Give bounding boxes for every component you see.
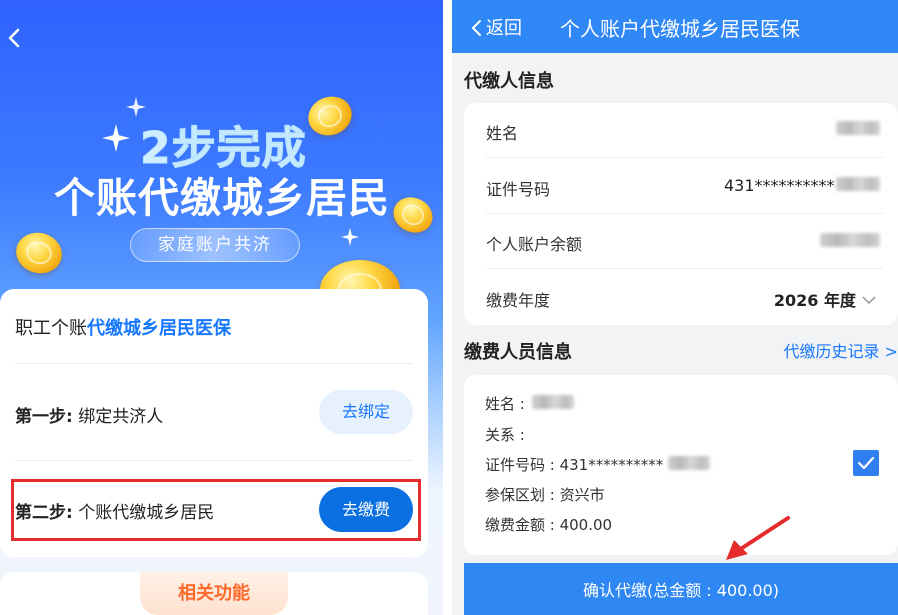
left-panel: 2步完成 个账代缴城乡居民 家庭账户共济 职工个账代缴城乡居民医保 第一步: 绑…: [0, 0, 443, 615]
payer-id-tail-masked: [836, 177, 880, 191]
step-1-label: 第一步: 绑定共济人: [15, 402, 163, 427]
nav-bar: 返回 个人账户代缴城乡居民医保: [452, 0, 898, 53]
right-panel: 返回 个人账户代缴城乡居民医保 代缴人信息 姓名 证件号码 431*******…: [452, 0, 898, 615]
divider: [486, 157, 883, 158]
steps-card-title: 职工个账代缴城乡居民医保: [15, 314, 231, 340]
year-selector[interactable]: 2026 年度: [774, 287, 876, 311]
select-checkbox[interactable]: [853, 450, 879, 476]
year-value: 2026 年度: [773, 291, 856, 310]
back-button[interactable]: 返回: [470, 14, 522, 40]
insured-region: 参保区划 : 资兴市: [485, 486, 605, 504]
step-1-text: 绑定共济人: [72, 407, 164, 427]
confirm-payment-button[interactable]: 确认代缴(总金额 : 400.00): [464, 563, 898, 615]
insured-id: 证件号码 : 431**********: [485, 456, 664, 474]
divider: [15, 363, 413, 364]
page-title: 个人账户代缴城乡居民医保: [560, 17, 800, 41]
chevron-down-icon: [862, 296, 876, 305]
insured-name-masked: [532, 395, 574, 409]
back-label: 返回: [486, 18, 522, 39]
history-records-link[interactable]: 代缴历史记录 >: [784, 338, 898, 362]
payer-info-section-title: 代缴人信息: [464, 71, 554, 92]
check-icon: [857, 456, 875, 470]
insured-amount: 缴费金额 : 400.00: [485, 516, 613, 534]
balance-label: 个人账户余额: [486, 235, 583, 254]
sparkle-icon: [341, 228, 359, 246]
step-1-prefix: 第一步:: [15, 407, 73, 427]
hero-subtitle-pill: 家庭账户共济: [130, 228, 300, 262]
payer-name-label: 姓名: [486, 124, 519, 143]
insured-relation: 关系 :: [485, 426, 525, 444]
payer-id-label: 证件号码: [486, 180, 551, 199]
back-chevron-icon[interactable]: [4, 24, 26, 52]
divider: [486, 268, 883, 269]
red-arrow-annotation-icon: [726, 516, 790, 560]
year-label: 缴费年度: [486, 291, 551, 310]
divider: [486, 213, 883, 214]
divider: [15, 460, 413, 461]
gold-coin-icon: [302, 90, 358, 142]
payer-id-value: 431**********: [724, 176, 835, 195]
bind-button[interactable]: 去绑定: [319, 390, 413, 434]
sparkle-icon: [102, 124, 130, 152]
back-chevron-icon: [472, 20, 481, 36]
steps-card-title-highlight: 代缴城乡居民医保: [87, 318, 231, 339]
gold-coin-icon: [11, 227, 67, 279]
hero-title-main: 个账代缴城乡居民: [54, 174, 390, 222]
step-2-highlight-box: [11, 479, 421, 541]
insured-id-tail-masked: [668, 456, 710, 470]
insured-info-section-title: 缴费人员信息: [464, 342, 572, 363]
balance-value-masked: [820, 233, 880, 247]
payer-name-value-masked: [836, 121, 880, 135]
related-functions-tab[interactable]: 相关功能: [140, 572, 288, 615]
insured-name: 姓名 :: [485, 395, 525, 413]
gold-coin-icon: [387, 191, 439, 239]
steps-card-title-prefix: 职工个账: [15, 318, 87, 339]
